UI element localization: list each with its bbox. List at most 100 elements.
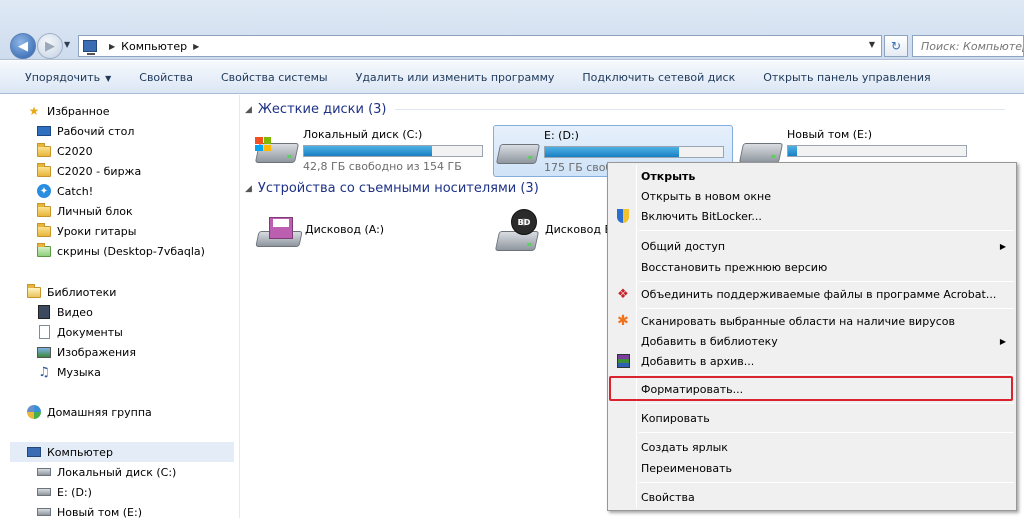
system-properties-button[interactable]: Свойства системы (207, 71, 342, 84)
bd-drive-icon: BD (493, 209, 541, 251)
drive-usage-bar (544, 146, 724, 158)
folder-icon (36, 202, 52, 219)
system-drive-icon (36, 464, 52, 480)
sidebar-item-c2020[interactable]: C2020 (36, 141, 93, 161)
address-dropdown-icon[interactable]: ▼ (869, 40, 875, 49)
drive-name: Дисковод B (545, 223, 613, 236)
drive-icon (36, 504, 52, 518)
arrow-right-icon: ▶ (45, 38, 55, 54)
sidebar-item-desktop[interactable]: Рабочий стол (36, 121, 134, 141)
menu-add-to-library[interactable]: Добавить в библиотеку ▶ (610, 331, 1014, 351)
menu-add-to-archive[interactable]: Добавить в архив... (610, 351, 1014, 371)
menu-label: Добавить в библиотеку (641, 334, 778, 348)
sidebar-favorites[interactable]: ★ Избранное (26, 101, 110, 121)
menu-label: Добавить в архив... (641, 354, 755, 368)
menu-acrobat-combine[interactable]: ❖ Объединить поддерживаемые файлы в прог… (610, 284, 1014, 304)
menu-label: Общий доступ (641, 239, 726, 253)
back-button[interactable]: ◀ (10, 33, 36, 59)
menu-separator (639, 374, 1014, 375)
folder-icon (36, 142, 52, 159)
floppy-drive-tile[interactable]: Дисковод (A:) (253, 207, 453, 259)
menu-scan-viruses[interactable]: ✱ Сканировать выбранные области на налич… (610, 311, 1014, 331)
sidebar-item-drive-c[interactable]: Локальный диск (C:) (36, 462, 176, 482)
antivirus-icon: ✱ (617, 313, 629, 329)
organize-button[interactable]: Упорядочить ▼ (0, 71, 125, 84)
sidebar-item-label: Локальный диск (C:) (57, 465, 177, 479)
search-input[interactable] (921, 39, 1023, 53)
menu-rename[interactable]: Переименовать (610, 458, 1014, 478)
sidebar-item-c2020-birzha[interactable]: C2020 - биржа (36, 161, 141, 181)
menu-bitlocker[interactable]: Включить BitLocker... (610, 206, 1014, 226)
sidebar-item-label: C2020 - биржа (57, 164, 142, 178)
menu-label: Объединить поддерживаемые файлы в програ… (641, 287, 997, 301)
sidebar-item-documents[interactable]: Документы (36, 322, 123, 342)
menu-create-shortcut[interactable]: Создать ярлык (610, 437, 1014, 457)
search-box[interactable] (912, 35, 1024, 57)
drive-c-tile[interactable]: Локальный диск (C:) 42,8 ГБ свободно из … (253, 125, 489, 177)
sidebar-libraries-label: Библиотеки (47, 285, 117, 299)
chevron-right-icon[interactable]: ▶ (193, 42, 199, 51)
shield-icon (615, 208, 631, 224)
sidebar-item-video[interactable]: Видео (36, 302, 93, 322)
recent-pages-dropdown[interactable]: ▼ (64, 40, 72, 49)
sidebar-item-label: Уроки гитары (57, 224, 137, 238)
star-icon: ★ (28, 104, 40, 118)
menu-separator (639, 482, 1014, 483)
sidebar-item-personal[interactable]: Личный блок (36, 201, 133, 221)
forward-button[interactable]: ▶ (37, 33, 63, 59)
uninstall-program-button[interactable]: Удалить или изменить программу (342, 71, 569, 84)
sidebar-item-label: Личный блок (57, 204, 133, 218)
organize-label: Упорядочить (25, 70, 101, 84)
drive-name: Дисковод (A:) (305, 223, 385, 236)
drive-name: E: (D:) (544, 129, 579, 142)
computer-icon (83, 40, 97, 55)
drive-usage-bar (303, 145, 483, 157)
removable-group-header[interactable]: ◢ Устройства со съемными носителями (3) (245, 181, 605, 196)
navigation-pane: ★ Избранное Рабочий стол C2020 C2020 - б… (0, 95, 240, 518)
sidebar-libraries[interactable]: Библиотеки (26, 282, 116, 302)
address-field[interactable]: ▶ Компьютер ▶ ▼ (78, 35, 882, 57)
menu-label: Сканировать выбранные области на наличие… (641, 314, 955, 328)
menu-open[interactable]: Открыть (610, 166, 1014, 186)
sidebar-item-music[interactable]: ♫ Музыка (36, 362, 101, 382)
sidebar-item-catch[interactable]: ✦ Catch! (36, 181, 93, 201)
menu-open-new-window[interactable]: Открыть в новом окне (610, 186, 1014, 206)
chevron-down-icon: ▼ (105, 73, 112, 83)
image-icon (36, 344, 52, 360)
sidebar-item-images[interactable]: Изображения (36, 342, 136, 362)
sidebar-item-guitar[interactable]: Уроки гитары (36, 221, 136, 241)
chevron-right-icon[interactable]: ▶ (109, 42, 115, 51)
sidebar-item-drive-e[interactable]: Новый том (E:) (36, 502, 142, 518)
sidebar-item-drive-d[interactable]: E: (D:) (36, 482, 92, 502)
menu-separator (639, 230, 1014, 231)
command-bar: Упорядочить ▼ Свойства Свойства системы У… (0, 61, 1024, 94)
sidebar-computer[interactable]: Компьютер (10, 442, 234, 462)
sidebar-item-screenshots[interactable]: скрины (Desktop-7vбaqla) (36, 241, 205, 261)
sidebar-item-label: Новый том (E:) (57, 505, 142, 518)
open-control-panel-button[interactable]: Открыть панель управления (749, 71, 944, 84)
music-icon: ♫ (38, 364, 50, 380)
group-title: Жесткие диски (3) (257, 102, 387, 117)
group-divider (394, 109, 1005, 110)
hard-drives-group-header[interactable]: ◢ Жесткие диски (3) (245, 102, 1005, 117)
menu-properties[interactable]: Свойства (610, 487, 1014, 507)
menu-copy[interactable]: Копировать (610, 408, 1014, 428)
menu-separator (639, 308, 1014, 309)
menu-label: Переименовать (641, 461, 733, 475)
format-highlight-box (609, 376, 1013, 401)
collapse-triangle-icon[interactable]: ◢ (245, 184, 252, 194)
menu-share[interactable]: Общий доступ ▶ (610, 236, 1014, 256)
map-network-drive-button[interactable]: Подключить сетевой диск (568, 71, 749, 84)
menu-label: Копировать (641, 411, 710, 425)
menu-label: Включить BitLocker... (641, 209, 762, 223)
sidebar-item-label: Видео (57, 305, 93, 319)
refresh-button[interactable]: ↻ (884, 35, 908, 57)
menu-restore-version[interactable]: Восстановить прежнюю версию (610, 257, 1014, 277)
bd-drive-tile[interactable]: BD Дисковод B (493, 207, 613, 259)
collapse-triangle-icon[interactable]: ◢ (245, 105, 252, 115)
properties-button[interactable]: Свойства (125, 71, 207, 84)
sidebar-item-label: Документы (57, 325, 123, 339)
breadcrumb-computer[interactable]: Компьютер (121, 40, 187, 53)
sidebar-homegroup[interactable]: Домашняя группа (26, 402, 152, 422)
menu-separator (639, 403, 1014, 404)
